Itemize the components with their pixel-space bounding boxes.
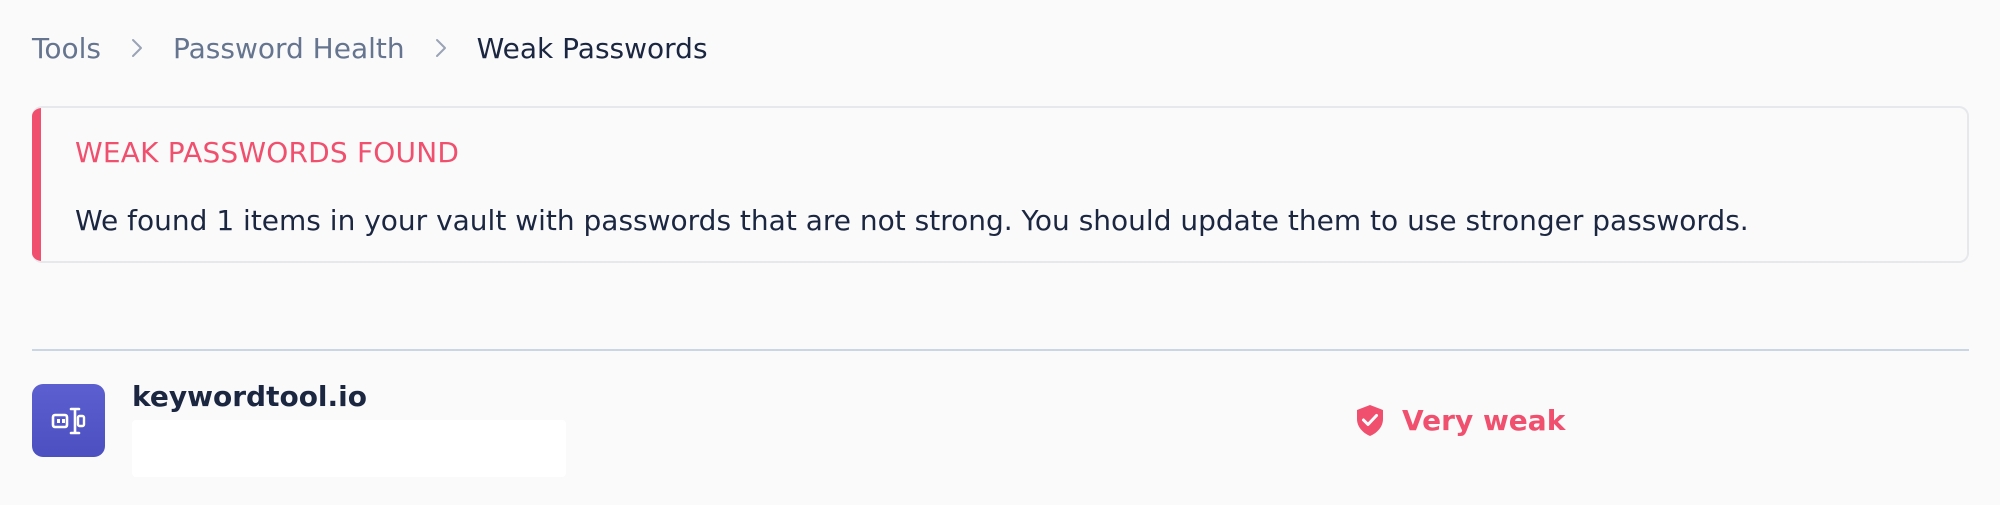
item-name[interactable]: keywordtool.io <box>132 380 367 413</box>
alert-title: WEAK PASSWORDS FOUND <box>75 136 460 169</box>
list-divider <box>32 349 1969 351</box>
item-username-placeholder <box>132 420 566 477</box>
breadcrumb-weak-passwords: Weak Passwords <box>476 31 708 65</box>
keywordtool-logo-icon[interactable] <box>32 384 105 457</box>
weak-passwords-page: Tools Password Health Weak Passwords WEA… <box>0 0 2000 505</box>
strength-badge: Very weak <box>1352 402 1565 438</box>
list-item[interactable]: keywordtool.io Very weak <box>32 380 1969 505</box>
breadcrumb-tools[interactable]: Tools <box>32 32 101 65</box>
alert-message: We found 1 items in your vault with pass… <box>75 204 1749 237</box>
breadcrumb: Tools Password Health Weak Passwords <box>32 26 708 70</box>
strength-label: Very weak <box>1402 403 1566 437</box>
chevron-right-icon <box>101 26 173 70</box>
shield-check-icon <box>1352 402 1388 438</box>
weak-passwords-alert: WEAK PASSWORDS FOUND We found 1 items in… <box>32 106 1969 263</box>
breadcrumb-password-health[interactable]: Password Health <box>173 32 405 65</box>
chevron-right-icon <box>405 26 477 70</box>
